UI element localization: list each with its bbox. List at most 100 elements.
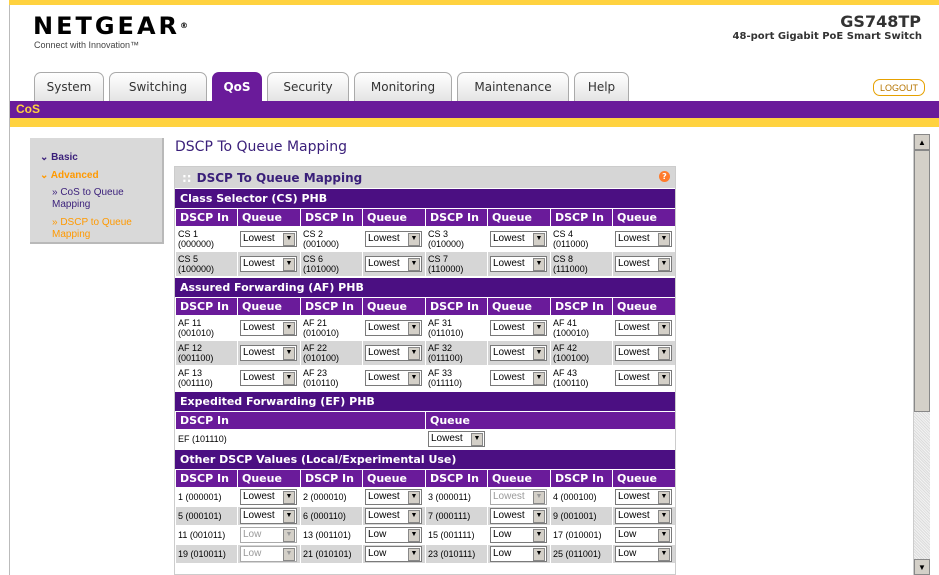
sidebar-item-cos-to-queue[interactable]: » CoS to Queue Mapping [52,187,156,211]
tab-monitoring[interactable]: Monitoring [354,72,452,101]
table-row: CS 1 (000000) Lowest ▼ CS 2 (001000) Lowest ▼ CS… [175,226,675,252]
chevron-down-icon: ▼ [408,528,420,542]
dscp-label: 23 (010111) [428,549,476,559]
queue-select[interactable]: Lowest ▼ [490,320,547,336]
model-description: 48-port Gigabit PoE Smart Switch [732,31,922,42]
queue-select-value: Lowest [243,347,275,358]
queue-select-value: Lowest [493,491,525,502]
tab-qos[interactable]: QoS [212,72,262,101]
queue-select[interactable]: Low ▼ [615,527,672,543]
dscp-cell: AF 11 (001010) [175,315,238,341]
sidebar-item-basic[interactable]: ⌄ Basic [40,152,78,163]
queue-select-value: Low [618,529,637,540]
queue-select[interactable]: Lowest ▼ [428,431,485,447]
dscp-label: 11 (001011) [178,530,226,540]
queue-cell: Lowest ▼ [612,487,675,507]
queue-select[interactable]: Lowest ▼ [615,508,672,524]
queue-select[interactable]: Lowest ▼ [365,489,422,505]
queue-select[interactable]: Lowest ▼ [365,256,422,272]
dscp-cell: 25 (011001) [550,544,613,564]
dscp-label: 3 (000011) [428,492,471,502]
queue-select[interactable]: Lowest ▼ [615,256,672,272]
dscp-bits: (011100) [428,353,463,363]
subnav-item-cos[interactable]: CoS [16,102,40,116]
dscp-label: 13 (001101) [303,530,351,540]
chevron-down-icon: ▼ [283,371,295,385]
queue-select[interactable]: Lowest ▼ [240,231,297,247]
queue-select[interactable]: Lowest ▼ [240,345,297,361]
queue-select[interactable]: Lowest ▼ [615,489,672,505]
logout-button[interactable]: LOGOUT [873,79,925,96]
tab-system[interactable]: System [34,72,104,101]
queue-select-value: Lowest [493,347,525,358]
queue-select[interactable]: Lowest ▼ [490,345,547,361]
tab-help[interactable]: Help [574,72,629,101]
queue-select[interactable]: Lowest ▼ [240,508,297,524]
queue-select[interactable]: Lowest ▼ [240,256,297,272]
dscp-cell: AF 42 (100100) [550,340,613,366]
chevron-down-icon: ▼ [283,257,295,271]
queue-select[interactable]: Low ▼ [365,527,422,543]
queue-select[interactable]: Lowest ▼ [365,345,422,361]
chevron-down-icon: ▼ [408,232,420,246]
queue-select[interactable]: Low ▼ [615,546,672,562]
dscp-cell: AF 22 (010100) [300,340,363,366]
grip-icon: :: [182,170,192,185]
table-row: 11 (001011) Low ▼ 13 (001101) Low ▼ 15 (001111… [175,525,675,545]
queue-select[interactable]: Lowest ▼ [490,231,547,247]
sidebar-item-advanced[interactable]: ⌄ Advanced [40,170,99,181]
dscp-cell: 3 (000011) [425,487,488,507]
queue-select[interactable]: Lowest ▼ [615,320,672,336]
help-icon[interactable]: ? [659,171,670,182]
sidebar-item-dscp-to-queue[interactable]: » DSCP to Queue Mapping [52,217,156,241]
chevron-down-icon: ▼ [283,346,295,360]
dscp-cell: 15 (001111) [425,525,488,545]
queue-select[interactable]: Low ▼ [365,546,422,562]
queue-select[interactable]: Lowest ▼ [615,231,672,247]
chevron-down-icon: ▼ [658,257,670,271]
scroll-down-icon[interactable]: ▼ [914,559,930,575]
queue-select[interactable]: Lowest ▼ [615,345,672,361]
section-title-ef: Expedited Forwarding (EF) PHB [175,391,675,411]
chevron-down-icon: ▼ [408,321,420,335]
queue-select-value: Lowest [368,510,400,521]
queue-select[interactable]: Lowest ▼ [615,370,672,386]
queue-select-value: Lowest [618,491,650,502]
table-row: 1 (000001) Lowest ▼ 2 (000010) Lowest ▼ 3 (000… [175,487,675,507]
scroll-up-icon[interactable]: ▲ [914,134,930,150]
chevron-down-icon: ▼ [283,232,295,246]
queue-cell: Lowest ▼ [612,365,675,391]
dscp-label: CS 8 [553,254,574,264]
queue-select-value: Lowest [368,372,400,383]
column-header-dscp-in: DSCP In [300,208,363,227]
column-header-queue: Queue [362,297,426,316]
page-title: DSCP To Queue Mapping [175,139,348,155]
dscp-panel: :: DSCP To Queue Mapping ? Class Selecto… [174,166,676,575]
queue-select[interactable]: Low ▼ [490,527,547,543]
tab-security[interactable]: Security [267,72,349,101]
queue-select[interactable]: Low ▼ [490,546,547,562]
queue-select[interactable]: Lowest ▼ [365,320,422,336]
queue-select[interactable]: Lowest ▼ [365,508,422,524]
queue-cell: Lowest ▼ [362,226,426,252]
queue-select[interactable]: Lowest ▼ [240,489,297,505]
queue-select[interactable]: Lowest ▼ [490,256,547,272]
scrollbar-thumb[interactable] [914,150,930,412]
vertical-scrollbar[interactable]: ▲ ▼ [913,134,930,575]
queue-select[interactable]: Lowest ▼ [240,370,297,386]
queue-select[interactable]: Lowest ▼ [490,370,547,386]
dscp-cell: 21 (010101) [300,544,363,564]
queue-select[interactable]: Lowest ▼ [490,508,547,524]
column-header-queue: Queue [612,208,675,227]
tab-maintenance[interactable]: Maintenance [457,72,569,101]
queue-select-value: Low [368,548,387,559]
queue-select[interactable]: Lowest ▼ [365,231,422,247]
panel-header: :: DSCP To Queue Mapping ? [175,167,675,188]
tab-switching[interactable]: Switching [109,72,207,101]
dscp-label: AF 13 [178,368,203,378]
dscp-bits: (001010) [178,328,215,338]
dscp-cell: CS 1 (000000) [175,226,238,252]
queue-select[interactable]: Lowest ▼ [365,370,422,386]
ef-table: DSCP In Queue EF (101110) Lowest ▼ [175,411,675,449]
queue-select[interactable]: Lowest ▼ [240,320,297,336]
